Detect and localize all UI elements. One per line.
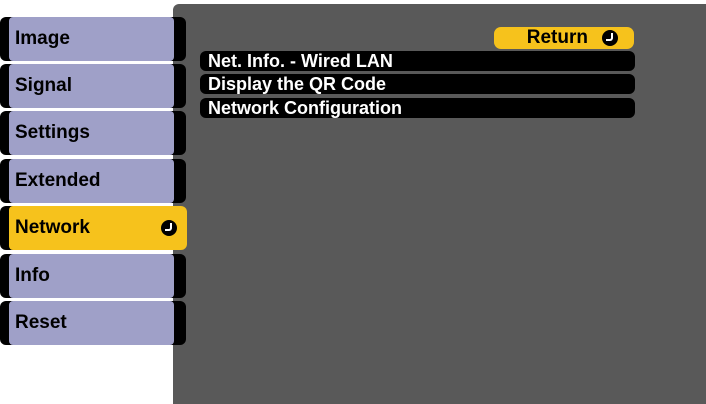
tab-info-label: Info (9, 254, 174, 298)
tab-image-label: Image (9, 17, 174, 61)
return-label: Return (526, 27, 588, 48)
tab-network-face: Network (9, 206, 187, 250)
menu-item-label: Network Configuration (208, 97, 402, 118)
tab-reset[interactable]: Reset (0, 301, 186, 345)
tab-network-label: Network (15, 217, 90, 238)
return-button[interactable]: Return (494, 27, 634, 49)
menu-item-net-info-wired-lan[interactable]: Net. Info. - Wired LAN (200, 51, 635, 71)
menu-item-label: Net. Info. - Wired LAN (208, 50, 393, 71)
tab-network[interactable]: Network (0, 206, 187, 250)
tab-settings[interactable]: Settings (0, 111, 186, 155)
enter-icon (161, 220, 177, 236)
enter-icon (602, 30, 618, 46)
menu-item-display-qr-code[interactable]: Display the QR Code (200, 74, 635, 94)
tab-info[interactable]: Info (0, 254, 186, 298)
tab-signal-label: Signal (9, 64, 174, 108)
tab-reset-label: Reset (9, 301, 174, 345)
menu-item-label: Display the QR Code (208, 73, 387, 94)
tab-image[interactable]: Image (0, 17, 186, 61)
tab-extended[interactable]: Extended (0, 159, 186, 203)
tab-extended-label: Extended (9, 159, 174, 203)
tab-settings-label: Settings (9, 111, 174, 155)
menu-item-network-configuration[interactable]: Network Configuration (200, 98, 635, 118)
tab-signal[interactable]: Signal (0, 64, 186, 108)
